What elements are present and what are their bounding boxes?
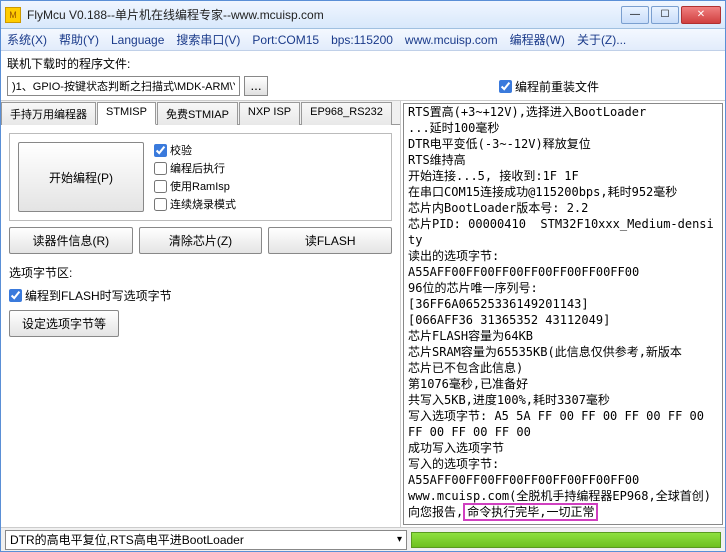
cont-mode-label: 连续烧录模式 — [170, 196, 236, 212]
log-line: A55AFF00FF00FF00FF00FF00FF00FF00 — [408, 472, 718, 488]
menu-about[interactable]: 关于(Z)... — [577, 31, 626, 48]
window-title: FlyMcu V0.188--单片机在线编程专家--www.mcuisp.com — [27, 6, 621, 23]
log-line: [066AFF36 31365352 43112049] — [408, 312, 718, 328]
run-after-label: 编程后执行 — [170, 160, 225, 176]
log-line: DTR电平变低(-3~-12V)释放复位 — [408, 136, 718, 152]
menu-programmer[interactable]: 编程器(W) — [510, 31, 565, 48]
title-bar: M FlyMcu V0.188--单片机在线编程专家--www.mcuisp.c… — [1, 1, 725, 29]
log-line: ...延时100毫秒 — [408, 120, 718, 136]
read-flash-button[interactable]: 读FLASH — [268, 227, 392, 254]
run-after-checkbox[interactable] — [154, 162, 167, 175]
menu-bar: 系统(X) 帮助(Y) Language 搜索串口(V) Port:COM15 … — [1, 29, 725, 51]
menu-help[interactable]: 帮助(Y) — [59, 31, 99, 48]
log-line: A55AFF00FF00FF00FF00FF00FF00FF00 — [408, 264, 718, 280]
write-option-checkbox[interactable] — [9, 289, 22, 302]
log-line: 芯片SRAM容量为65535KB(此信息仅供参考,新版本 — [408, 344, 718, 360]
reload-label: 编程前重装文件 — [515, 78, 599, 95]
reset-mode-combo[interactable]: DTR的高电平复位,RTS高电平进BootLoader — [5, 530, 407, 550]
tab-strip: 手持万用编程器 STMISP 免费STMIAP NXP ISP EP968_RS… — [1, 101, 400, 125]
menu-site[interactable]: www.mcuisp.com — [405, 33, 498, 47]
tab-stmiap[interactable]: 免费STMIAP — [157, 102, 238, 125]
ramisp-label: 使用RamIsp — [170, 178, 230, 194]
tab-stmisp[interactable]: STMISP — [97, 102, 156, 125]
log-line: www.mcuisp.com(全脱机手持编程器EP968,全球首创)向您报告,命… — [408, 488, 718, 520]
write-option-label: 编程到FLASH时写选项字节 — [25, 287, 172, 304]
menu-bps[interactable]: bps:115200 — [331, 33, 393, 47]
maximize-button[interactable]: ☐ — [651, 6, 679, 24]
log-line: 第1076毫秒,已准备好 — [408, 376, 718, 392]
minimize-button[interactable]: — — [621, 6, 649, 24]
log-line: 芯片内BootLoader版本号: 2.2 — [408, 200, 718, 216]
log-line: RTS置高(+3~+12V),选择进入BootLoader — [408, 104, 718, 120]
log-line: 写入选项字节: A5 5A FF 00 FF 00 FF 00 FF 00 FF… — [408, 408, 718, 440]
tab-nxpisp[interactable]: NXP ISP — [239, 102, 300, 125]
log-line: 成功写入选项字节 — [408, 440, 718, 456]
tab-handheld[interactable]: 手持万用编程器 — [1, 102, 96, 125]
device-info-button[interactable]: 读器件信息(R) — [9, 227, 133, 254]
erase-chip-button[interactable]: 清除芯片(Z) — [139, 227, 263, 254]
log-line: 读出的选项字节: — [408, 248, 718, 264]
hex-path-input[interactable] — [7, 76, 240, 96]
log-line: 芯片FLASH容量为64KB — [408, 328, 718, 344]
verify-label: 校验 — [170, 142, 192, 158]
log-output[interactable]: RTS置高(+3~+12V),选择进入BootLoader...延时100毫秒D… — [403, 103, 723, 525]
tab-ep968[interactable]: EP968_RS232 — [301, 102, 392, 125]
log-line: 开始连接...5, 接收到:1F 1F — [408, 168, 718, 184]
close-button[interactable]: ✕ — [681, 6, 721, 24]
log-line: [36FF6A06525336149201143] — [408, 296, 718, 312]
log-line: 芯片已不包含此信息) — [408, 360, 718, 376]
start-program-button[interactable]: 开始编程(P) — [18, 142, 144, 212]
log-line: 写入的选项字节: — [408, 456, 718, 472]
ramisp-checkbox[interactable] — [154, 180, 167, 193]
option-section-label: 选项字节区: — [9, 264, 392, 281]
set-option-button[interactable]: 设定选项字节等 — [9, 310, 119, 337]
menu-search-port[interactable]: 搜索串口(V) — [176, 31, 240, 48]
browse-button[interactable]: ... — [244, 76, 268, 96]
verify-checkbox[interactable] — [154, 144, 167, 157]
cont-mode-checkbox[interactable] — [154, 198, 167, 211]
log-line: 在串口COM15连接成功@115200bps,耗时952毫秒 — [408, 184, 718, 200]
reload-checkbox[interactable] — [499, 80, 512, 93]
log-line: 芯片PID: 00000410 STM32F10xxx_Medium-densi… — [408, 216, 718, 248]
app-icon: M — [5, 7, 21, 23]
log-line: RTS维持高 — [408, 152, 718, 168]
log-highlight: 命令执行完毕,一切正常 — [463, 503, 598, 521]
progress-bar — [411, 532, 721, 548]
log-line: 96位的芯片唯一序列号: — [408, 280, 718, 296]
toolbar: 联机下载时的程序文件: ... 编程前重装文件 — [1, 51, 725, 101]
menu-port[interactable]: Port:COM15 — [252, 33, 319, 47]
hex-label: 联机下载时的程序文件: — [7, 55, 719, 72]
log-line: 共写入5KB,进度100%,耗时3307毫秒 — [408, 392, 718, 408]
menu-language[interactable]: Language — [111, 33, 164, 47]
menu-system[interactable]: 系统(X) — [7, 31, 47, 48]
